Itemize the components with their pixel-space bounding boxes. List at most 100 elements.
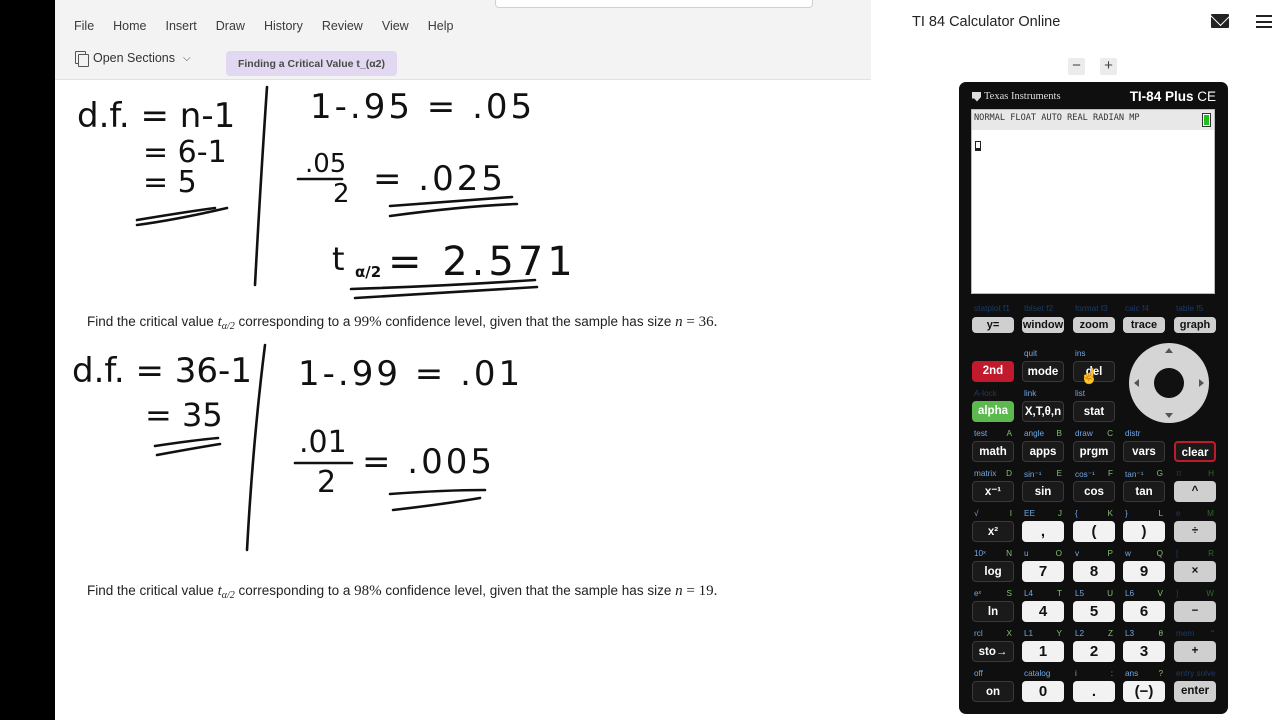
arrow-down-icon[interactable]	[1165, 413, 1173, 418]
key-secondary-label: L6	[1125, 589, 1135, 598]
t-subscript: α/2	[221, 321, 235, 332]
key-label: 3	[1123, 641, 1165, 662]
menu-home[interactable]: Home	[113, 19, 146, 33]
ink-calc2-line-1: 1-.99 = .01	[298, 354, 523, 394]
key-alpha[interactable]: A-lock alpha	[972, 389, 1014, 422]
key-secondary-label: catalog	[1024, 669, 1051, 678]
key-5[interactable]: L5 U 5	[1073, 589, 1115, 622]
arrow-up-icon[interactable]	[1165, 348, 1173, 353]
brand-text: Texas Instruments	[984, 91, 1061, 102]
key-label: stat	[1073, 401, 1115, 422]
key-label: x⁻¹	[972, 481, 1014, 502]
key-sin[interactable]: sin⁻¹ Esin	[1022, 469, 1064, 502]
key-sym17[interactable]: EE J,	[1022, 509, 1064, 542]
key-cos[interactable]: cos⁻¹ Fcos	[1073, 469, 1115, 502]
note-page-canvas[interactable]: d.f. = n-1 = 6-1 = 5 1-.95 = .05 .05 2 =…	[55, 80, 871, 720]
key-9[interactable]: w Q 9	[1123, 549, 1165, 582]
key-label: clear	[1174, 441, 1216, 462]
zoom-in-button[interactable]: +	[1100, 58, 1117, 75]
arrow-left-icon[interactable]	[1134, 379, 1139, 387]
key-sym25[interactable]: [R ×	[1174, 549, 1216, 582]
mail-icon[interactable]	[1211, 14, 1229, 28]
key-label: −	[1174, 601, 1216, 622]
key-6[interactable]: L6 V 6	[1123, 589, 1165, 622]
search-box[interactable]	[495, 0, 813, 8]
key-mode[interactable]: quit mode	[1022, 349, 1064, 382]
key-1[interactable]: L1 Y 1	[1022, 629, 1064, 662]
key-vars[interactable]: distr vars	[1123, 429, 1165, 462]
menu-insert[interactable]: Insert	[166, 19, 197, 33]
key-sym15[interactable]: π H ^	[1174, 469, 1216, 502]
problem-2-rest: confidence level, given that the sample …	[385, 314, 672, 329]
ink-df2-line-1: d.f. = 36-1	[72, 351, 252, 391]
key-0[interactable]: catalog 0	[1022, 669, 1064, 702]
key-label: sto→	[972, 641, 1014, 662]
key-alpha-label: H	[1208, 469, 1214, 478]
key-zoom[interactable]: format f3 zoom	[1073, 303, 1115, 333]
menu-view[interactable]: View	[382, 19, 409, 33]
key-alpha-label: Y	[1056, 629, 1062, 638]
key-on[interactable]: off on	[972, 669, 1014, 702]
key-alpha-label: T	[1056, 589, 1062, 598]
key-secondary-label: ans	[1125, 669, 1139, 678]
menu-help[interactable]: Help	[428, 19, 454, 33]
zoom-out-button[interactable]: −	[1068, 58, 1085, 75]
key-tan[interactable]: tan⁻¹ Gtan	[1123, 469, 1165, 502]
key-sym39[interactable]: ans? (−)	[1123, 669, 1165, 702]
ink-underline-4b	[155, 442, 222, 457]
menu-file[interactable]: File	[74, 19, 94, 33]
key-2[interactable]: L2 Z 2	[1073, 629, 1115, 662]
key-4[interactable]: L4 T 4	[1022, 589, 1064, 622]
key-ln[interactable]: eˣ Sln	[972, 589, 1014, 622]
key-window[interactable]: tblset f2 window	[1022, 303, 1064, 333]
key-enter[interactable]: entry solve enter	[1174, 669, 1216, 702]
key-x[interactable]: √ Ix²	[972, 509, 1014, 542]
menu-history[interactable]: History	[264, 19, 303, 33]
key-label: graph	[1174, 317, 1216, 333]
ink-underline-5b	[391, 496, 482, 512]
key-3[interactable]: L3 θ 3	[1123, 629, 1165, 662]
key-sto[interactable]: rcl Xsto→	[972, 629, 1014, 662]
key-stat[interactable]: list stat	[1073, 389, 1115, 422]
arrow-pad[interactable]	[1129, 343, 1209, 423]
key-sym18[interactable]: {K (	[1073, 509, 1115, 542]
key-sym35[interactable]: mem “ +	[1174, 629, 1216, 662]
key-alpha-label: K	[1107, 509, 1113, 518]
key-XTn[interactable]: link X,T,θ,n	[1022, 389, 1064, 422]
key-y=[interactable]: statplot f1 y=	[972, 303, 1014, 333]
key-secondary-label: √	[974, 509, 979, 518]
key-prgm[interactable]: draw Cprgm	[1073, 429, 1115, 462]
page-tab[interactable]: Finding a Critical Value t_(α2)	[226, 51, 397, 76]
key-del[interactable]: ins del	[1073, 349, 1115, 382]
ribbon-menu-bar: File Home Insert Draw History Review Vie…	[55, 9, 871, 42]
key-sym38[interactable]: i:.	[1073, 669, 1115, 702]
key-8[interactable]: v P 8	[1073, 549, 1115, 582]
key-trace[interactable]: calc f4 trace	[1123, 303, 1165, 333]
hamburger-menu-icon[interactable]	[1256, 15, 1272, 28]
problem-3-prefix: Find the critical value	[87, 583, 214, 598]
ink-frac-eq-2: = .005	[362, 442, 495, 482]
key-clear[interactable]: clear	[1174, 429, 1216, 462]
key-x[interactable]: matrix Dx⁻¹	[972, 469, 1014, 502]
key-apps[interactable]: angle Bapps	[1022, 429, 1064, 462]
key-log[interactable]: 10ˣ Nlog	[972, 549, 1014, 582]
menu-review[interactable]: Review	[322, 19, 363, 33]
problem-2-mid: corresponding to a	[238, 314, 351, 329]
n-symbol: n	[675, 583, 683, 599]
key-label: math	[972, 441, 1014, 462]
open-sections-button[interactable]: Open Sections ⌵	[75, 51, 191, 67]
key-sym30[interactable]: ] W −	[1174, 589, 1216, 622]
menu-draw[interactable]: Draw	[216, 19, 245, 33]
key-alpha-label: E	[1056, 469, 1062, 478]
key-math[interactable]: test Amath	[972, 429, 1014, 462]
key-alpha-label: F	[1107, 469, 1113, 478]
key-sym19[interactable]: } L)	[1123, 509, 1165, 542]
key-7[interactable]: u O 7	[1022, 549, 1064, 582]
key-2nd[interactable]: 2nd	[972, 349, 1014, 382]
key-label: del	[1073, 361, 1115, 382]
key-graph[interactable]: table f5 graph	[1174, 303, 1216, 333]
key-label: 4	[1022, 601, 1064, 622]
key-sym20[interactable]: e M ÷	[1174, 509, 1216, 542]
key-secondary-label: quit	[1024, 349, 1038, 358]
arrow-right-icon[interactable]	[1199, 379, 1204, 387]
